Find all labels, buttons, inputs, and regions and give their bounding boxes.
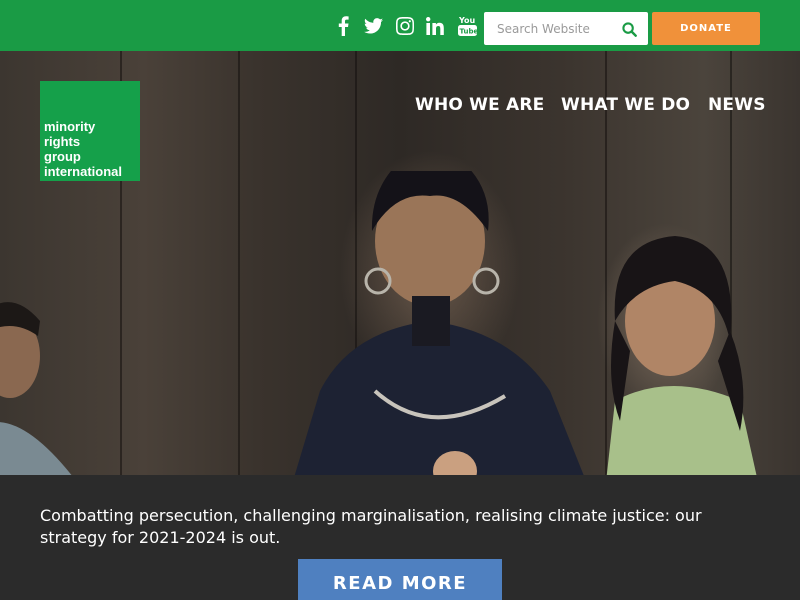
linkedin-icon[interactable] xyxy=(425,13,445,39)
logo-line: rights xyxy=(44,134,81,149)
banner-text: Combatting persecution, challenging marg… xyxy=(40,506,702,547)
search-icon[interactable] xyxy=(620,20,638,38)
svg-text:Tube: Tube xyxy=(459,28,477,36)
woman-figure xyxy=(294,171,584,475)
svg-text:You: You xyxy=(458,16,476,25)
hero-image: minority rights group international WHO … xyxy=(0,51,800,475)
facebook-icon[interactable] xyxy=(335,13,351,39)
child-left-figure xyxy=(0,302,72,475)
logo-line: minority xyxy=(44,119,96,134)
site-logo[interactable]: minority rights group international xyxy=(40,81,140,181)
instagram-icon[interactable] xyxy=(394,13,416,39)
logo-line: group xyxy=(44,149,81,164)
read-more-button[interactable]: READ MORE xyxy=(298,559,502,600)
logo-line: international xyxy=(44,164,123,179)
youtube-icon[interactable]: You Tube xyxy=(456,13,478,39)
search-input[interactable] xyxy=(484,12,614,45)
girl-figure xyxy=(606,236,757,475)
nav-news[interactable]: NEWS xyxy=(708,95,766,119)
nav-what-we-do[interactable]: WHAT WE DO xyxy=(561,95,690,119)
top-bar: You Tube DONATE xyxy=(0,0,800,51)
search-form xyxy=(484,12,648,45)
twitter-icon[interactable] xyxy=(362,13,384,39)
donate-button[interactable]: DONATE xyxy=(652,12,760,45)
wall-plank xyxy=(238,51,240,475)
strategy-banner: Combatting persecution, challenging marg… xyxy=(0,475,800,600)
nav-who-we-are[interactable]: WHO WE ARE xyxy=(415,95,545,119)
